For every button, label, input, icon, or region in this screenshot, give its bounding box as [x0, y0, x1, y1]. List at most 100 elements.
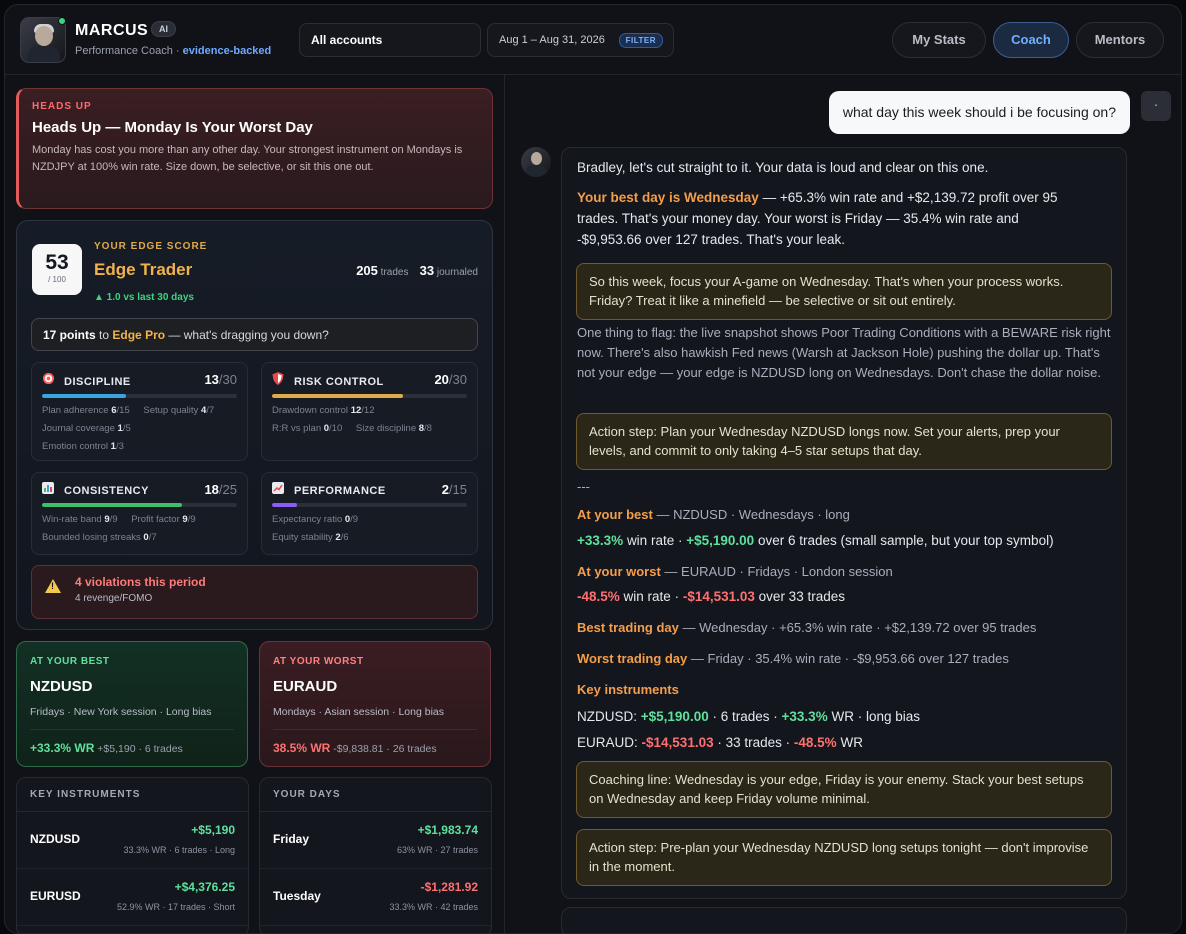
consistency-score: 18/25 — [204, 482, 237, 497]
message-intro: Bradley, let's cut straight to it. Your … — [577, 160, 989, 175]
action-step-callout-2: Action step: Pre-plan your Wednesday NZD… — [576, 829, 1112, 886]
discipline-sub-item: Journal coverage 1/5 — [42, 423, 131, 434]
worst-summary: 38.5% WR -$9,838.81 · 26 trades — [273, 729, 477, 755]
message-flag-para: One thing to flag: the live snapshot sho… — [577, 325, 1111, 380]
key-instruments-card: KEY INSTRUMENTS NZDUSD +$5,190 33.3% WR … — [16, 777, 249, 933]
date-range-picker[interactable]: Aug 1 – Aug 31, 2026 FILTER — [487, 23, 674, 57]
message-best-day-para: Your best day is Wednesday — +65.3% win … — [577, 190, 1058, 247]
message-at-best: At your best — NZDUSD · Wednesdays · lon… — [577, 507, 850, 522]
message-key-instruments-label: Key instruments — [577, 682, 679, 697]
edge-trade-counts: 205 trades 33 journaled — [356, 263, 478, 278]
user-message-bubble: what day this week should i be focusing … — [828, 91, 1130, 134]
performance-score: 2/15 — [441, 482, 467, 497]
coach-chat-panel: what day this week should i be focusing … — [505, 75, 1181, 933]
coach-subtitle: Performance Coach · evidence-backed — [75, 45, 272, 57]
risk-control-score: 20/30 — [434, 372, 467, 387]
action-step-callout: Action step: Plan your Wednesday NZDUSD … — [576, 413, 1112, 470]
performance-progress — [272, 503, 298, 507]
coach-name: MARCUS — [75, 22, 149, 39]
consistency-sub-item: Profit factor 9/9 — [131, 514, 196, 525]
day-row[interactable]: Friday +$1,983.74 63% WR · 27 trades — [260, 812, 491, 869]
violations-title: 4 violations this period — [75, 575, 206, 589]
best-description: Fridays · New York session · Long bias — [30, 706, 212, 718]
consistency-progress — [42, 503, 183, 507]
best-kicker: AT YOUR BEST — [30, 656, 110, 667]
points-to-next-tier[interactable]: 17 points to Edge Pro — what's dragging … — [31, 318, 478, 351]
heads-up-kicker: HEADS UP — [32, 101, 92, 112]
consistency-sub-item: Bounded losing streaks 0/7 — [42, 532, 157, 543]
online-status-indicator — [58, 17, 66, 25]
coaching-line-callout: Coaching line: Wednesday is your edge, F… — [576, 761, 1112, 818]
message-key-instrument-2: EURAUD: -$14,531.03 · 33 trades · -48.5%… — [577, 735, 863, 750]
heads-up-alert: HEADS UP Heads Up — Monday Is Your Worst… — [16, 88, 493, 209]
edge-score-value: 53 — [45, 251, 69, 274]
nav-my-stats-button[interactable]: My Stats — [892, 22, 986, 58]
nav-coach-button[interactable]: Coach — [993, 22, 1069, 58]
filter-badge[interactable]: FILTER — [618, 33, 663, 48]
worst-symbol: EURAUD — [273, 678, 338, 695]
heads-up-body: Monday has cost you more than any other … — [32, 144, 463, 173]
account-select[interactable]: All accounts — [299, 23, 481, 57]
target-icon — [42, 372, 56, 388]
evidence-backed-label: evidence-backed — [182, 45, 272, 57]
metric-discipline[interactable]: DISCIPLINE 13/30 Plan adherence 6/15 Set… — [31, 362, 248, 461]
coach-message-avatar — [521, 147, 551, 177]
focus-callout: So this week, focus your A-game on Wedne… — [576, 263, 1112, 320]
violations-detail: 4 revenge/FOMO — [75, 593, 153, 604]
consistency-sub-item: Win-rate band 9/9 — [42, 514, 118, 525]
worst-kicker: AT YOUR WORST — [273, 656, 364, 667]
heads-up-title: Heads Up — Monday Is Your Worst Day — [32, 119, 313, 136]
message-best-trading-day: Best trading day — Wednesday · +65.3% wi… — [577, 620, 1037, 635]
message-key-instrument-1: NZDUSD: +$5,190.00 · 6 trades · +33.3% W… — [577, 709, 920, 724]
coach-message: Bradley, let's cut straight to it. Your … — [561, 147, 1127, 899]
warning-icon — [45, 579, 61, 593]
discipline-score: 13/30 — [204, 372, 237, 387]
at-your-worst-card[interactable]: AT YOUR WORST EURAUD Mondays · Asian ses… — [259, 641, 491, 767]
discipline-sub-item: Setup quality 4/7 — [143, 405, 215, 416]
message-at-worst: At your worst — EURAUD · Fridays · Londo… — [577, 564, 893, 579]
date-range-text: Aug 1 – Aug 31, 2026 — [499, 34, 605, 46]
instrument-row[interactable]: NZDUSD +$5,190 33.3% WR · 6 trades · Lon… — [17, 812, 248, 869]
key-instruments-title: KEY INSTRUMENTS — [17, 778, 248, 812]
message-at-worst-stats: -48.5% win rate · -$14,531.03 over 33 tr… — [577, 589, 845, 604]
risk-sub-item: Size discipline 8/8 — [355, 423, 432, 434]
best-summary: +33.3% WR +$5,190 · 6 trades — [30, 729, 234, 755]
risk-sub-item: Drawdown control 12/12 — [272, 405, 375, 416]
discipline-sub-item: Plan adherence 6/15 — [42, 405, 130, 416]
nav-mentors-button[interactable]: Mentors — [1076, 22, 1164, 58]
edge-score-box: 53 / 100 — [32, 244, 82, 295]
performance-sub-item: Equity stability 2/6 — [272, 532, 349, 543]
risk-sub-item: R:R vs plan 0/10 — [272, 423, 343, 434]
worst-description: Mondays · Asian session · Long bias — [273, 706, 445, 718]
message-at-best-stats: +33.3% win rate · +$5,190.00 over 6 trad… — [577, 533, 1054, 548]
edge-score-card: 53 / 100 YOUR EDGE SCORE Edge Trader ▲ 1… — [16, 220, 493, 630]
shield-icon — [272, 372, 286, 388]
edge-score-denominator: / 100 — [48, 275, 66, 284]
edge-score-kicker: YOUR EDGE SCORE — [94, 241, 208, 252]
metric-risk-control[interactable]: RISK CONTROL 20/30 Drawdown control 12/1… — [261, 362, 478, 461]
instrument-row[interactable]: EURUSD +$4,376.25 52.9% WR · 17 trades ·… — [17, 869, 248, 926]
edge-score-delta: ▲ 1.0 vs last 30 days — [94, 292, 194, 303]
discipline-progress — [42, 394, 126, 398]
message-worst-trading-day: Worst trading day — Friday · 35.4% win r… — [577, 651, 1009, 666]
performance-sub-item: Expectancy ratio 0/9 — [272, 514, 359, 525]
metric-performance[interactable]: PERFORMANCE 2/15 Expectancy ratio 0/9 Eq… — [261, 472, 478, 555]
message-divider: --- — [577, 479, 590, 494]
violations-alert[interactable]: 4 violations this period 4 revenge/FOMO — [31, 565, 478, 619]
trend-chart-icon — [272, 482, 286, 497]
at-your-best-card[interactable]: AT YOUR BEST NZDUSD Fridays · New York s… — [16, 641, 248, 767]
app-window: MARCUS AI Performance Coach · evidence-b… — [4, 4, 1182, 934]
day-row[interactable]: Tuesday -$1,281.92 33.3% WR · 42 trades — [260, 869, 491, 926]
best-symbol: NZDUSD — [30, 678, 93, 695]
top-header: MARCUS AI Performance Coach · evidence-b… — [5, 5, 1181, 75]
bar-chart-icon — [42, 482, 56, 497]
left-panel: HEADS UP Heads Up — Monday Is Your Worst… — [5, 75, 505, 933]
user-avatar[interactable]: · — [1141, 91, 1171, 121]
edge-tier-title: Edge Trader — [94, 260, 193, 279]
discipline-sub-item: Emotion control 1/3 — [42, 441, 124, 452]
risk-control-progress — [272, 394, 403, 398]
metric-consistency[interactable]: CONSISTENCY 18/25 Win-rate band 9/9 Prof… — [31, 472, 248, 555]
ai-badge: AI — [151, 21, 176, 37]
your-days-title: YOUR DAYS — [260, 778, 491, 812]
your-days-card: YOUR DAYS Friday +$1,983.74 63% WR · 27 … — [259, 777, 492, 933]
